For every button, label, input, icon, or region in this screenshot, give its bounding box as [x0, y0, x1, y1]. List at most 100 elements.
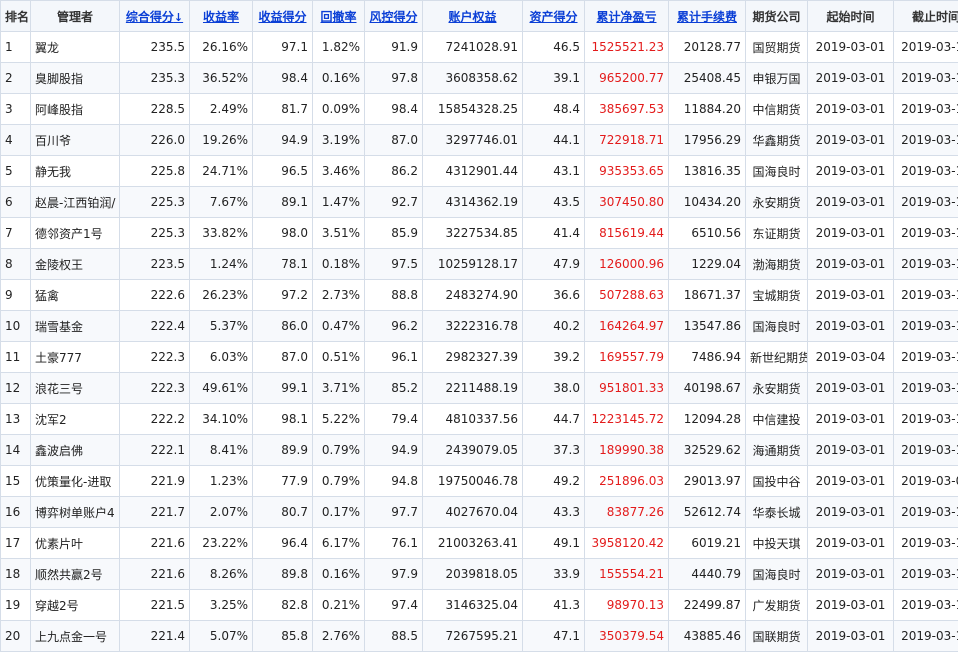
cell-cumulative-pnl: 965200.77 [585, 63, 669, 94]
cell-cumulative-pnl: 307450.80 [585, 187, 669, 218]
table-row[interactable]: 4百川爷226.019.26%94.93.19%87.03297746.0144… [1, 125, 958, 156]
table-row[interactable]: 9猛禽222.626.23%97.22.73%88.82483274.9036.… [1, 280, 958, 311]
cell-risk-score: 94.9 [365, 435, 423, 466]
cell-return-rate: 26.23% [190, 280, 253, 311]
table-row[interactable]: 3阿峰股指228.52.49%81.70.09%98.415854328.254… [1, 94, 958, 125]
cell-composite-score: 222.3 [120, 373, 190, 404]
column-header-rank: 排名 [1, 1, 31, 32]
table-row[interactable]: 12浪花三号222.349.61%99.13.71%85.22211488.19… [1, 373, 958, 404]
cell-account-equity: 4314362.19 [423, 187, 523, 218]
cell-start-date: 2019-03-01 [808, 311, 894, 342]
cell-cumulative-fee: 29013.97 [669, 466, 746, 497]
cell-manager: 顺然共赢2号 [31, 559, 120, 590]
cell-return-score: 77.9 [253, 466, 313, 497]
table-row[interactable]: 18顺然共赢2号221.68.26%89.80.16%97.92039818.0… [1, 559, 958, 590]
column-header-cumulative-pnl[interactable]: 累计净盈亏 [585, 1, 669, 32]
column-header-end-date: 截止时间 [894, 1, 958, 32]
cell-risk-score: 85.9 [365, 218, 423, 249]
cell-drawdown-rate: 3.46% [313, 156, 365, 187]
table-row[interactable]: 15优策量化-进取221.91.23%77.90.79%94.819750046… [1, 466, 958, 497]
cell-futures-company: 中投天琪 [746, 528, 808, 559]
cell-futures-company: 国海良时 [746, 311, 808, 342]
cell-futures-company: 中信建投 [746, 404, 808, 435]
table-row[interactable]: 7德邻资产1号225.333.82%98.03.51%85.93227534.8… [1, 218, 958, 249]
column-header-asset-score[interactable]: 资产得分 [523, 1, 585, 32]
column-header-label: 起始时间 [826, 10, 874, 24]
table-row[interactable]: 1翼龙235.526.16%97.11.82%91.97241028.9146.… [1, 32, 958, 63]
cell-cumulative-fee: 11884.20 [669, 94, 746, 125]
table-header: 排名 管理者 综合得分↓ 收益率 收益得分回撤率风控得分账户权益资产得分累计净盈亏累计手… [1, 1, 958, 32]
cell-drawdown-rate: 0.79% [313, 435, 365, 466]
cell-end-date: 2019-03-18 [894, 528, 958, 559]
table-row[interactable]: 13沈军2222.234.10%98.15.22%79.44810337.564… [1, 404, 958, 435]
cell-account-equity: 2039818.05 [423, 559, 523, 590]
cell-start-date: 2019-03-01 [808, 218, 894, 249]
table-row[interactable]: 6赵晨-江西铂润/225.37.67%89.11.47%92.74314362.… [1, 187, 958, 218]
table-row[interactable]: 19穿越2号221.53.25%82.80.21%97.43146325.044… [1, 590, 958, 621]
table-row[interactable]: 2臭脚股指235.336.52%98.40.16%97.83608358.623… [1, 63, 958, 94]
cell-account-equity: 2483274.90 [423, 280, 523, 311]
cell-drawdown-rate: 3.19% [313, 125, 365, 156]
table-row[interactable]: 14鑫波启佛222.18.41%89.90.79%94.92439079.053… [1, 435, 958, 466]
cell-manager: 土豪777 [31, 342, 120, 373]
cell-rank: 2 [1, 63, 31, 94]
cell-return-score: 89.1 [253, 187, 313, 218]
cell-return-score: 87.0 [253, 342, 313, 373]
cell-end-date: 2019-03-18 [894, 187, 958, 218]
sort-desc-icon[interactable]: ↓ [174, 11, 183, 24]
cell-cumulative-pnl: 169557.79 [585, 342, 669, 373]
column-header-risk-score[interactable]: 风控得分 [365, 1, 423, 32]
table-row[interactable]: 5静无我225.824.71%96.53.46%86.24312901.4443… [1, 156, 958, 187]
column-header-drawdown-rate[interactable]: 回撤率 [313, 1, 365, 32]
column-header-label: 收益得分 [258, 10, 306, 24]
cell-drawdown-rate: 0.47% [313, 311, 365, 342]
cell-futures-company: 国海良时 [746, 156, 808, 187]
cell-drawdown-rate: 5.22% [313, 404, 365, 435]
cell-composite-score: 222.3 [120, 342, 190, 373]
cell-account-equity: 3227534.85 [423, 218, 523, 249]
cell-drawdown-rate: 0.17% [313, 497, 365, 528]
cell-return-rate: 23.22% [190, 528, 253, 559]
cell-futures-company: 东证期货 [746, 218, 808, 249]
cell-end-date: 2019-03-18 [894, 497, 958, 528]
table-row[interactable]: 16博弈树单账户4221.72.07%80.70.17%97.74027670.… [1, 497, 958, 528]
cell-end-date: 2019-03-18 [894, 280, 958, 311]
cell-cumulative-pnl: 507288.63 [585, 280, 669, 311]
table-row[interactable]: 11土豪777222.36.03%87.00.51%96.12982327.39… [1, 342, 958, 373]
cell-composite-score: 228.5 [120, 94, 190, 125]
cell-futures-company: 永安期货 [746, 373, 808, 404]
cell-account-equity: 2982327.39 [423, 342, 523, 373]
cell-cumulative-pnl: 164264.97 [585, 311, 669, 342]
cell-manager: 博弈树单账户4 [31, 497, 120, 528]
cell-rank: 3 [1, 94, 31, 125]
cell-start-date: 2019-03-01 [808, 497, 894, 528]
column-header-return-rate[interactable]: 收益率 [190, 1, 253, 32]
cell-risk-score: 92.7 [365, 187, 423, 218]
cell-futures-company: 永安期货 [746, 187, 808, 218]
cell-rank: 4 [1, 125, 31, 156]
table-row[interactable]: 17优素片叶221.623.22%96.46.17%76.121003263.4… [1, 528, 958, 559]
column-header-label: 管理者 [57, 10, 93, 24]
cell-start-date: 2019-03-01 [808, 435, 894, 466]
cell-account-equity: 21003263.41 [423, 528, 523, 559]
cell-futures-company: 国投中谷 [746, 466, 808, 497]
column-header-cumulative-fee[interactable]: 累计手续费 [669, 1, 746, 32]
table-row[interactable]: 10瑞雪基金222.45.37%86.00.47%96.23222316.784… [1, 311, 958, 342]
column-header-return-score[interactable]: 收益得分 [253, 1, 313, 32]
cell-composite-score: 222.1 [120, 435, 190, 466]
cell-composite-score: 226.0 [120, 125, 190, 156]
column-header-label: 综合得分 [126, 10, 174, 24]
cell-start-date: 2019-03-01 [808, 125, 894, 156]
cell-risk-score: 79.4 [365, 404, 423, 435]
cell-composite-score: 221.5 [120, 590, 190, 621]
cell-cumulative-fee: 10434.20 [669, 187, 746, 218]
column-header-composite-score[interactable]: 综合得分↓ [120, 1, 190, 32]
cell-asset-score: 33.9 [523, 559, 585, 590]
column-header-account-equity[interactable]: 账户权益 [423, 1, 523, 32]
table-row[interactable]: 8金陵权王223.51.24%78.10.18%97.510259128.174… [1, 249, 958, 280]
cell-drawdown-rate: 3.71% [313, 373, 365, 404]
cell-cumulative-fee: 6510.56 [669, 218, 746, 249]
column-header-label: 回撤率 [320, 10, 356, 24]
column-header-label: 收益率 [203, 10, 239, 24]
cell-asset-score: 39.1 [523, 63, 585, 94]
